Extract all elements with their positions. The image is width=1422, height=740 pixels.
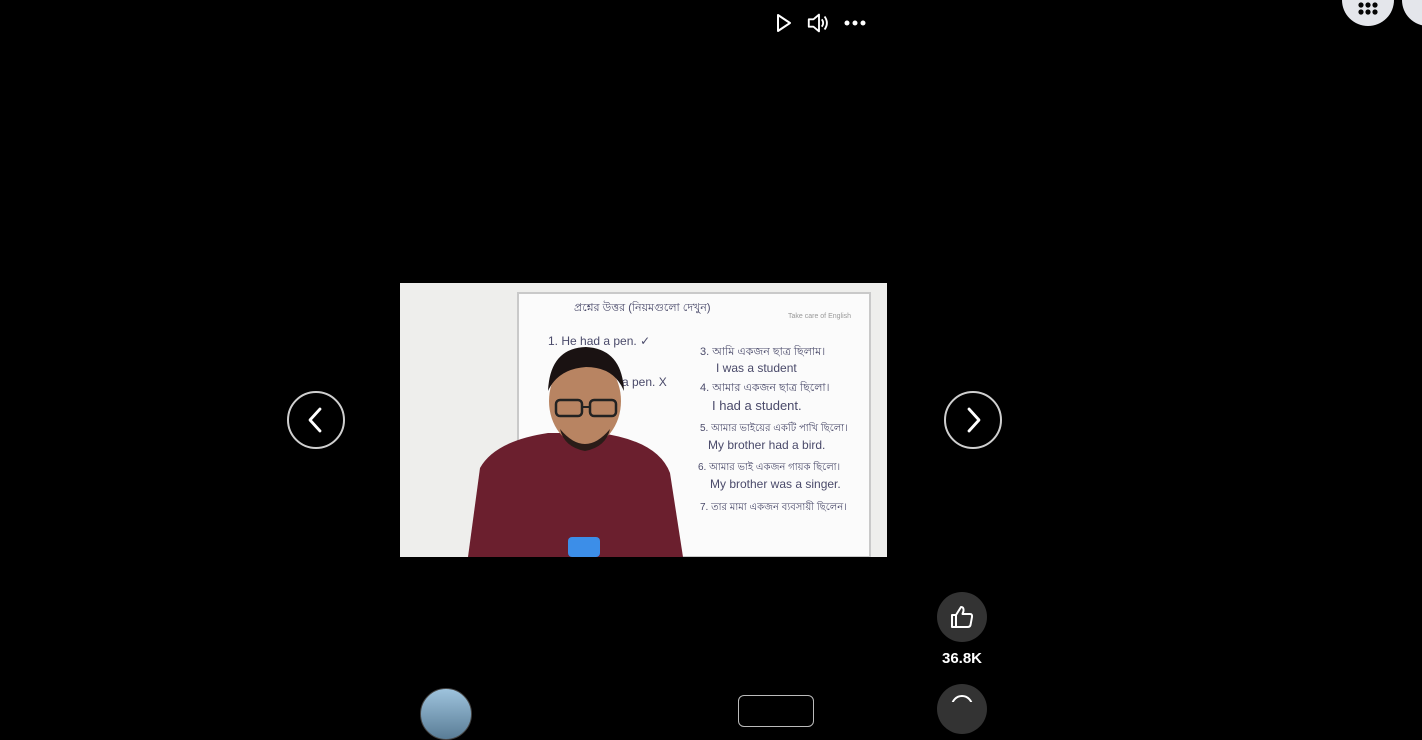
avatar[interactable]: [420, 688, 472, 740]
chevron-left-icon: [308, 407, 322, 433]
volume-icon[interactable]: [806, 10, 832, 36]
board-right-line-7: 6. আমার ভাই একজন গায়ক ছিলো।: [698, 461, 840, 473]
like-button[interactable]: [937, 592, 987, 642]
board-watermark: Take care of English: [788, 313, 851, 320]
board-right-line-3: 4. আমার একজন ছাত্র ছিলো।: [700, 381, 830, 394]
next-video-button[interactable]: [944, 391, 1002, 449]
board-right-line-4: I had a student.: [712, 398, 802, 413]
more-icon[interactable]: [842, 10, 868, 36]
board-right-line-2: I was a student: [716, 361, 797, 375]
video-frame: প্রশ্নের উত্তর (নিয়মগুলো দেখুন) Take ca…: [400, 283, 887, 557]
comment-button[interactable]: [937, 684, 987, 734]
comment-icon: [951, 695, 973, 717]
board-right-line-1: 3. আমি একজন ছাত্র ছিলাম।: [700, 345, 825, 358]
player-controls: [770, 10, 868, 36]
grid-icon: [1358, 2, 1378, 15]
chevron-right-icon: [967, 407, 981, 433]
board-right-line-8: My brother was a singer.: [710, 477, 841, 491]
board-right-line-6: My brother had a bird.: [708, 438, 825, 452]
board-right-line-9: 7. তার মামা একজন ব্যবসায়ী ছিলেন।: [700, 500, 847, 513]
board-left-line-2: a pen. X: [622, 375, 667, 389]
board-right-line-5: 5. আমার ভাইয়ের একটি পাখি ছিলো।: [700, 421, 848, 434]
board-left-line-1: 1. He had a pen. ✓: [548, 334, 650, 348]
video-player[interactable]: প্রশ্নের উত্তর (নিয়মগুলো দেখুন) Take ca…: [400, 283, 887, 557]
apps-menu-button[interactable]: [1342, 0, 1394, 26]
account-button[interactable]: [1402, 0, 1422, 26]
like-count: 36.8K: [941, 650, 983, 667]
play-icon[interactable]: [770, 10, 796, 36]
previous-video-button[interactable]: [287, 391, 345, 449]
thumbs-up-icon: [951, 606, 974, 628]
follow-button[interactable]: [738, 695, 814, 727]
board-header: প্রশ্নের উত্তর (নিয়মগুলো দেখুন): [574, 301, 710, 314]
